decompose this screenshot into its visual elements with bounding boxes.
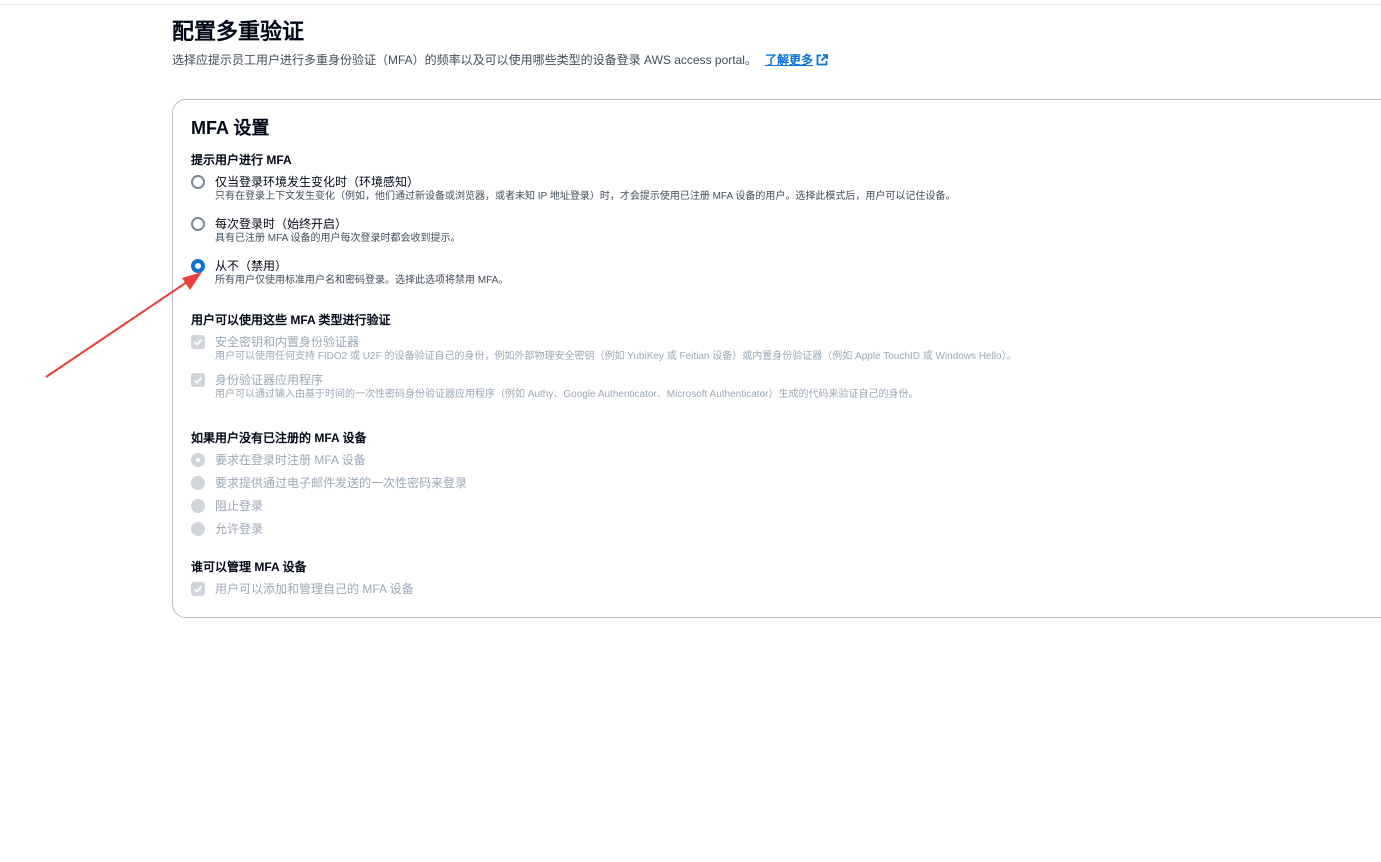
- option-label: 要求在登录时注册 MFA 设备: [215, 453, 366, 467]
- check-icon: [193, 376, 203, 384]
- mfa-types-label: 用户可以使用这些 MFA 类型进行验证: [191, 313, 391, 327]
- radio-button-disabled[interactable]: [191, 476, 205, 490]
- option-label: 从不（禁用）: [215, 259, 288, 273]
- external-link-icon: [816, 54, 828, 70]
- page-title: 配置多重验证: [172, 19, 305, 44]
- option-label: 允许登录: [215, 522, 264, 536]
- radio-button-disabled[interactable]: [191, 522, 205, 536]
- check-icon: [193, 338, 203, 346]
- no-device-label: 如果用户没有已注册的 MFA 设备: [191, 431, 367, 445]
- radio-button[interactable]: [191, 175, 205, 189]
- check-icon: [193, 585, 203, 593]
- option-description: 具有已注册 MFA 设备的用户每次登录时都会收到提示。: [215, 233, 461, 244]
- description-text: 选择应提示员工用户进行多重身份验证（MFA）的频率以及可以使用哪些类型的设备登录…: [172, 53, 757, 67]
- checkbox-checked-disabled[interactable]: [191, 373, 205, 387]
- option-label: 仅当登录环境发生变化时（环境感知）: [215, 175, 420, 189]
- radio-button[interactable]: [191, 217, 205, 231]
- option-label: 每次登录时（始终开启）: [215, 217, 348, 231]
- learn-more-link[interactable]: 了解更多: [765, 53, 828, 67]
- radio-button-disabled[interactable]: [191, 499, 205, 513]
- radio-button-disabled-selected[interactable]: [191, 453, 205, 467]
- option-description: 所有用户仅使用标准用户名和密码登录。选择此选项将禁用 MFA。: [215, 275, 509, 286]
- checkbox-checked-disabled[interactable]: [191, 335, 205, 349]
- mfa-settings-card: MFA 设置 提示用户进行 MFA 仅当登录环境发生变化时（环境感知） 只有在登…: [172, 99, 1381, 618]
- manage-devices-label: 谁可以管理 MFA 设备: [191, 560, 307, 574]
- prompt-mfa-label: 提示用户进行 MFA: [191, 153, 292, 167]
- option-label: 身份验证器应用程序: [215, 373, 324, 387]
- page-description: 选择应提示员工用户进行多重身份验证（MFA）的频率以及可以使用哪些类型的设备登录…: [172, 52, 828, 70]
- option-label: 阻止登录: [215, 499, 264, 513]
- option-description: 只有在登录上下文发生变化（例如，他们通过新设备或浏览器，或者未知 IP 地址登录…: [215, 191, 956, 202]
- checkbox-checked-disabled[interactable]: [191, 582, 205, 596]
- learn-more-label: 了解更多: [764, 53, 813, 67]
- radio-button-selected[interactable]: [191, 259, 205, 273]
- option-description: 用户可以通过输入由基于时间的一次性密码身份验证器应用程序（例如 Authy、Go…: [215, 389, 919, 400]
- option-description: 用户可以使用任何支持 FIDO2 或 U2F 的设备验证自己的身份，例如外部物理…: [215, 351, 1017, 362]
- option-label: 要求提供通过电子邮件发送的一次性密码来登录: [215, 476, 468, 490]
- option-label: 用户可以添加和管理自己的 MFA 设备: [215, 582, 414, 596]
- card-title: MFA 设置: [191, 118, 270, 138]
- option-label: 安全密钥和内置身份验证器: [215, 335, 360, 349]
- top-divider: [0, 4, 1381, 5]
